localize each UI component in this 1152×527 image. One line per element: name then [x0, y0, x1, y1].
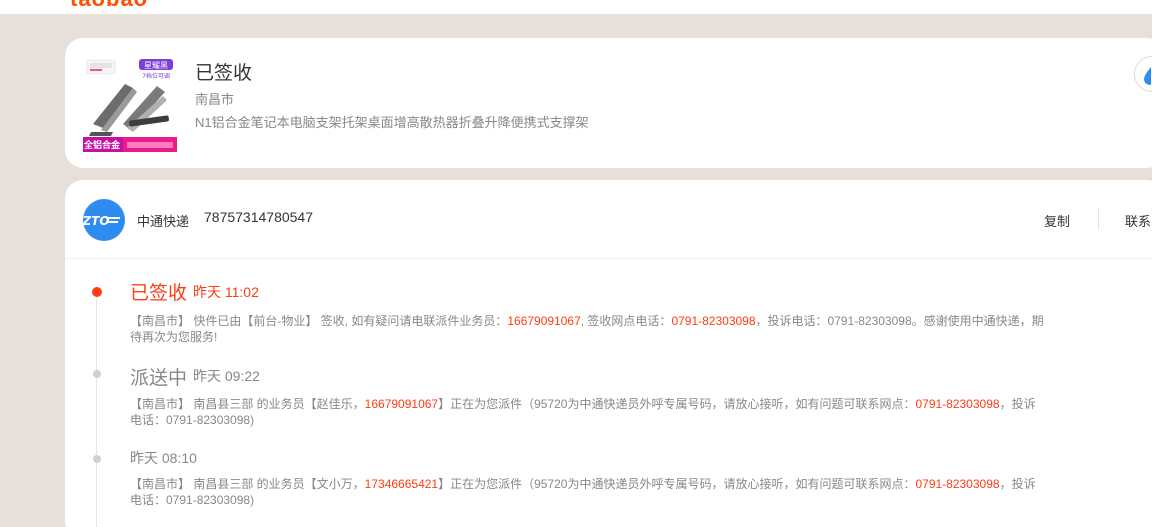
event-text: 】正在为您派件（95720为中通快递员外呼专属号码，请放心接听，如有问题可联系网… — [438, 397, 916, 411]
chat-button[interactable] — [1134, 56, 1152, 92]
event-text: 【南昌市】 南昌县三部 的业务员【赵佳乐， — [130, 397, 365, 411]
svg-text:ZTO: ZTO — [83, 214, 110, 228]
header-divider — [65, 258, 1152, 259]
event-text: 【南昌市】 快件已由【前台-物业】 签收, 如有疑问请电联派件业务员： — [130, 314, 508, 328]
timeline-dot — [93, 455, 101, 463]
product-thumbnail[interactable]: 星耀黑 7档位可调 全铝合金 — [83, 58, 177, 152]
event-text: 】正在为您派件（95720为中通快递员外呼专属号码，请放心接听，如有问题可联系网… — [438, 477, 916, 491]
event-time: 昨天 08:10 — [130, 450, 197, 466]
event-time: 昨天 09:22 — [193, 368, 260, 384]
phone-link[interactable]: 0791-82303098 — [671, 314, 755, 328]
event-text: 【南昌市】 南昌县三部 的业务员【文小万， — [130, 477, 365, 491]
phone-link[interactable]: 0791-82303098 — [915, 477, 999, 491]
event-status: 派送中 — [130, 368, 188, 389]
phone-link[interactable]: 16679091067 — [365, 397, 438, 411]
event-description: 【南昌市】 快件已由【前台-物业】 签收, 如有疑问请电联派件业务员：16679… — [130, 313, 1045, 345]
courier-name: 中通快递 — [137, 214, 190, 229]
event-description: 【南昌市】 南昌县三部 的业务员【赵佳乐，16679091067】正在为您派件（… — [130, 396, 1045, 428]
event-status: 已签收 — [130, 283, 188, 304]
svg-text:星耀黑: 星耀黑 — [144, 61, 168, 70]
logistics-card: ZTO 中通快递 78757314780547 复制 联系 已签收 昨天 11:… — [65, 180, 1152, 527]
svg-text:全铝合金: 全铝合金 — [83, 139, 121, 151]
destination-city: 南昌市 — [195, 92, 235, 107]
button-divider — [1098, 208, 1099, 230]
contact-courier-button[interactable]: 联系 — [1125, 211, 1151, 230]
phone-link[interactable]: 16679091067 — [507, 314, 580, 328]
zto-courier-logo: ZTO — [83, 199, 125, 241]
timeline-dot — [93, 370, 101, 378]
event-description: 【南昌市】 南昌县三部 的业务员【文小万，17346665421】正在为您派件（… — [130, 476, 1045, 508]
tracking-number: 78757314780547 — [204, 209, 314, 225]
order-summary-card: 星耀黑 7档位可调 全铝合金 已签收 南昌市 N1铝合金笔记本电脑支架托架桌面增… — [65, 38, 1152, 168]
phone-link[interactable]: 0791-82303098 — [915, 397, 999, 411]
top-header: taobao — [0, 0, 1152, 14]
phone-link[interactable]: 17346665421 — [365, 477, 438, 491]
order-status-title: 已签收 — [195, 63, 253, 84]
zto-logo-icon: ZTO — [83, 214, 120, 228]
taobao-logo[interactable]: taobao — [70, 0, 148, 12]
water-drop-icon — [1144, 67, 1151, 85]
copy-button[interactable]: 复制 — [1044, 211, 1070, 230]
timeline-line — [96, 293, 97, 527]
event-time: 昨天 11:02 — [193, 284, 259, 300]
event-text: , 签收网点电话： — [580, 314, 672, 328]
svg-text:7档位可调: 7档位可调 — [142, 72, 170, 80]
product-name[interactable]: N1铝合金笔记本电脑支架托架桌面增高散热器折叠升降便携式支撑架 — [195, 112, 589, 131]
timeline-dot-active — [92, 287, 102, 297]
laptop-stand-image: 星耀黑 7档位可调 全铝合金 — [83, 58, 177, 152]
